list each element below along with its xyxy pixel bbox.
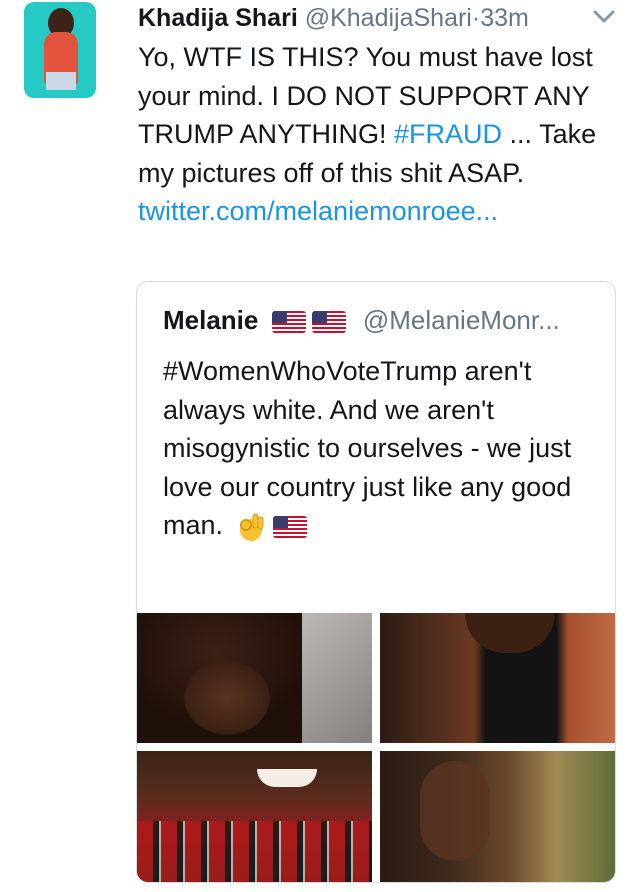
author-handle[interactable]: @KhadijaShari <box>305 4 472 32</box>
timestamp[interactable]: 33m <box>480 4 529 32</box>
author-name[interactable]: Khadija Shari <box>138 4 298 32</box>
quoted-tweet[interactable]: Melanie @MelanieMonr... #WomenWhoVoteTru… <box>136 281 616 883</box>
quoted-tweet-text: #WomenWhoVoteTrump aren't always white. … <box>163 356 572 540</box>
tweet-text: Yo, WTF IS THIS? You must have lost your… <box>138 38 618 231</box>
chevron-down-icon[interactable] <box>592 8 616 26</box>
us-flag-icon <box>271 311 306 334</box>
media-photo-3[interactable] <box>137 751 372 882</box>
quoted-tweet-text-block: #WomenWhoVoteTrump aren't always white. … <box>163 352 583 545</box>
url-link[interactable]: twitter.com/melaniemonroee... <box>138 196 498 226</box>
author-avatar[interactable] <box>24 2 96 98</box>
us-flag-icon <box>311 311 346 334</box>
hashtag-link[interactable]: #FRAUD <box>394 119 502 149</box>
separator: · <box>471 4 481 32</box>
media-photo-2[interactable] <box>380 613 615 743</box>
media-photo-1[interactable] <box>137 613 372 743</box>
ok-hand-icon <box>240 513 264 541</box>
us-flag-icon <box>273 515 308 538</box>
tweet-header: Khadija Shari @KhadijaShari·33m <box>138 2 529 34</box>
quoted-tweet-header: Melanie @MelanieMonr... <box>163 302 560 338</box>
quoted-author-name: Melanie <box>163 305 259 335</box>
quoted-author-handle: @MelanieMonr... <box>362 305 560 335</box>
media-photo-4[interactable] <box>380 751 615 882</box>
